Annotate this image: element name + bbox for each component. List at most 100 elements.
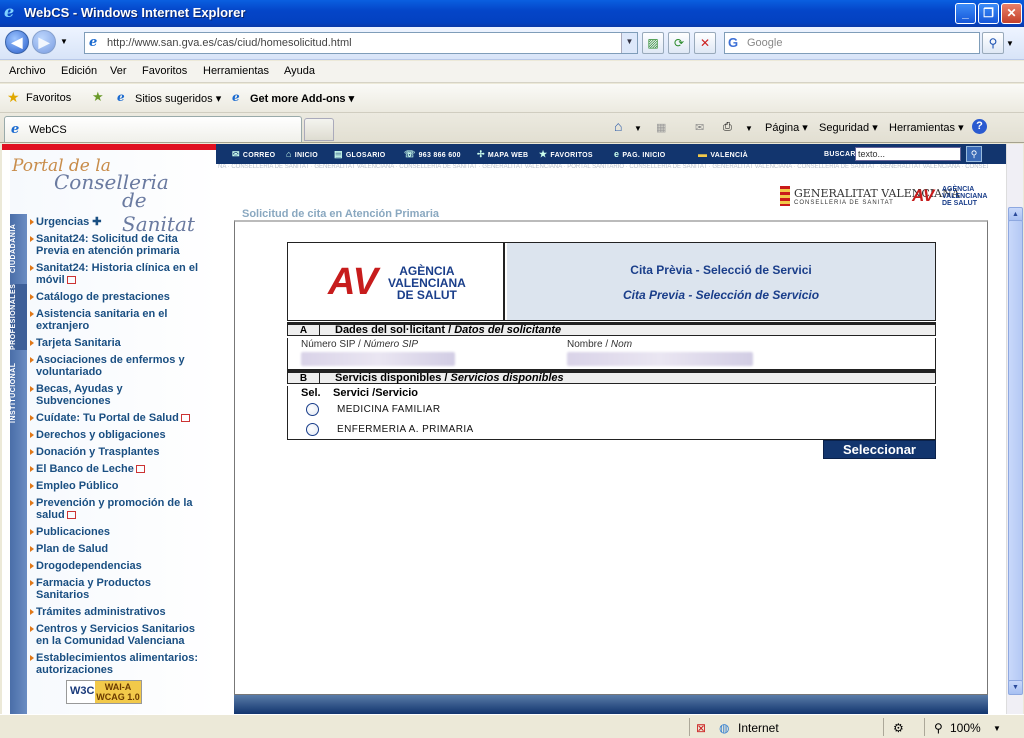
favorites-star-icon: ★ [7,89,20,105]
w3c-badge[interactable]: W3C WAI-A WCAG 1.0 [66,680,142,704]
zoom-dropdown-icon[interactable]: ▼ [993,724,1001,733]
sidebar-item-cita-previa[interactable]: Sanitat24: Solicitud de Cita Previa en a… [30,233,200,257]
print-dropdown-icon[interactable]: ▼ [745,124,753,133]
add-favorites-icon[interactable]: ★ [92,89,104,105]
scrollbar-thumb[interactable] [1008,220,1023,682]
sidebar-item-tramites[interactable]: Trámites administrativos [30,606,200,618]
sidebar-item-establecimientos[interactable]: Establecimientos alimentarios: autorizac… [30,652,200,676]
wai-label: WAI-A [104,682,132,692]
sidebar-item-donacion[interactable]: Donación y Trasplantes [30,446,200,458]
sidebar-item-historia-clinica[interactable]: Sanitat24: Historia clínica en el móvil [30,262,200,286]
favorites-button[interactable]: Favoritos [26,92,71,104]
search-options-icon[interactable]: ▼ [1006,39,1014,48]
menu-archivo[interactable]: Archivo [9,65,46,77]
menu-edicion[interactable]: Edición [61,65,97,77]
sidebar-item-derechos[interactable]: Derechos y obligaciones [30,429,200,441]
history-dropdown-icon[interactable]: ▼ [60,37,68,46]
nav-inicio[interactable]: ⌂ INICIO [286,149,318,159]
portal-logo[interactable]: Portal de la Conselleria de Sanitat [12,156,212,236]
sidebar-item-catalogo[interactable]: Catálogo de prestaciones [30,291,200,303]
forward-button[interactable]: ▶ [32,30,56,54]
sidebar-item-urgencias[interactable]: Urgencias ✚ [30,216,200,228]
sidebar-item-publicaciones[interactable]: Publicaciones [30,526,200,538]
menu-ver[interactable]: Ver [110,65,127,77]
status-divider [689,718,690,736]
mail-icon[interactable]: ✉ [695,121,704,134]
print-icon[interactable]: ⎙ [723,121,732,134]
pagina-menu[interactable]: Página ▾ [765,121,808,134]
sidebar-item-banco-leche[interactable]: El Banco de Leche [30,463,200,475]
compat-view-icon[interactable]: ▨ [642,32,664,54]
seleccionar-button[interactable]: Seleccionar [823,440,936,459]
sip-label-va: Número SIP / [301,339,364,350]
vtab-profesionales[interactable]: PROFESIONALES [10,284,27,350]
sidebar-item-becas[interactable]: Becas, Ayudas y Subvenciones [30,383,200,407]
sidebar-item-label: Plan de Salud [36,543,109,555]
help-icon[interactable]: ? [972,119,987,134]
sidebar-item-centros[interactable]: Centros y Servicios Sanitarios en la Com… [30,623,200,647]
home-icon[interactable]: ⌂ [614,118,622,134]
popup-blocked-icon[interactable]: ⊠ [696,721,706,735]
form-title-va: Cita Prèvia - Selecció de Servici [630,263,812,277]
generalitat-logo[interactable]: GENERALITAT VALENCIANA CONSELLERIA DE SA… [780,184,960,210]
sidebar-item-asociaciones[interactable]: Asociaciones de enfermos y voluntariado [30,354,200,378]
nav-glosario[interactable]: ▤ GLOSARIO [334,149,386,160]
avs-small-logo[interactable]: AV AGÈNCIA VALENCIANA DE SALUT [912,184,992,210]
close-button[interactable]: ✕ [1001,3,1022,24]
minimize-button[interactable]: _ [955,3,976,24]
nombre-label: Nombre / Nom [567,339,632,350]
address-dropdown-icon[interactable]: ▼ [621,33,637,53]
zoom-level[interactable]: 100% [950,721,981,735]
nav-favoritos-label: FAVORITOS [550,152,593,159]
generalitat-emblem-icon [780,186,790,206]
nav-pag-inicio[interactable]: e PAG. INICIO [614,149,666,159]
home-dropdown-icon[interactable]: ▼ [634,124,642,133]
menu-favoritos[interactable]: Favoritos [142,65,187,77]
seguridad-menu[interactable]: Seguridad ▾ [819,121,878,134]
vertical-scrollbar[interactable]: ▲ ▼ [1006,144,1023,714]
nav-valencia[interactable]: ▬ VALENCIÀ [698,149,748,159]
section-b-body: Sel. Servici /Servicio MEDICINA FAMILIAR… [287,386,936,440]
scroll-down-icon[interactable]: ▼ [1008,680,1023,695]
sidebar-item-empleo[interactable]: Empleo Público [30,480,200,492]
nav-glosario-label: GLOSARIO [345,152,386,159]
search-field[interactable]: G Google [724,32,980,54]
stop-icon[interactable]: ✕ [694,32,716,54]
vtab-institucional[interactable]: INSTITUCIONAL [10,360,27,426]
search-icon[interactable]: ⚲ [982,32,1004,54]
vtab-ciudadania[interactable]: CIUDADANÍA [10,220,27,276]
section-a-header: A Dades del sol·licitant / Datos del sol… [287,322,936,336]
nav-telefono[interactable]: ☏ 963 866 600 [404,149,461,160]
menu-herramientas[interactable]: Herramientas [203,65,269,77]
maximize-button[interactable]: ❐ [978,3,999,24]
tab-webcs[interactable]: e WebCS [4,116,302,142]
section-b-title-va: Servicis disponibles / [335,372,451,384]
protected-mode-icon[interactable]: ⚙ [893,721,904,735]
sidebar-item-cuidate[interactable]: Cuídate: Tu Portal de Salud [30,412,200,424]
sidebar-item-label: Urgencias ✚ [36,216,102,228]
back-button[interactable]: ◀ [5,30,29,54]
status-divider [883,718,884,736]
site-search-button[interactable]: ⚲ [966,146,982,162]
get-addons-link[interactable]: Get more Add-ons ▾ [250,92,354,105]
refresh-icon[interactable]: ⟳ [668,32,690,54]
menu-ayuda[interactable]: Ayuda [284,65,315,77]
radio-medicina-familiar[interactable] [306,403,319,416]
sidebar-item-farmacia[interactable]: Farmacia y Productos Sanitarios [30,577,200,601]
nav-mapa-web[interactable]: ✢ MAPA WEB [477,149,528,160]
address-field[interactable]: e http://www.san.gva.es/cas/ciud/homesol… [84,32,638,54]
feeds-icon[interactable]: ▦ [656,121,666,134]
nombre-label-va: Nombre / [567,339,611,350]
sidebar-item-plan-salud[interactable]: Plan de Salud [30,543,200,555]
sidebar-item-asistencia[interactable]: Asistencia sanitaria en el extranjero [30,308,200,332]
site-search-input[interactable]: texto... [855,147,961,161]
sidebar-item-tarjeta[interactable]: Tarjeta Sanitaria [30,337,200,349]
sidebar-item-drogodependencias[interactable]: Drogodependencias [30,560,200,572]
herramientas-menu[interactable]: Herramientas ▾ [889,121,964,134]
nav-favoritos[interactable]: ★ FAVORITOS [539,149,593,160]
radio-enfermeria[interactable] [306,423,319,436]
nav-correo[interactable]: ✉ CORREO [232,149,275,160]
sidebar-item-prevencion[interactable]: Prevención y promoción de la salud [30,497,200,521]
suggested-sites-link[interactable]: Sitios sugeridos ▾ [135,92,221,105]
new-tab-button[interactable] [304,118,334,141]
